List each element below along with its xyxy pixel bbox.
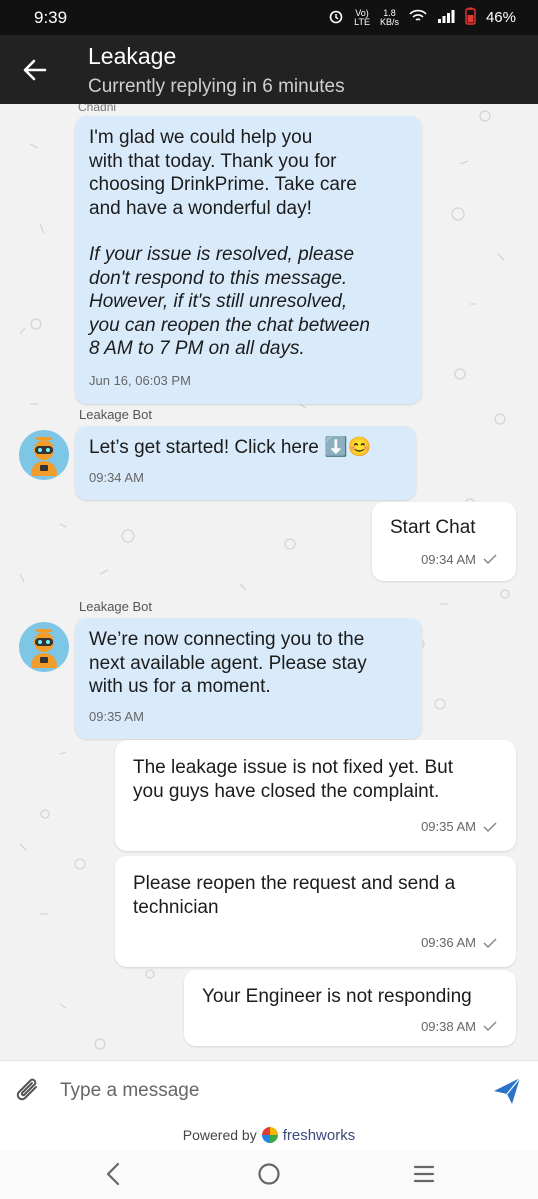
- message-text: I'm glad we could help you with that tod…: [89, 127, 357, 219]
- battery-icon: [465, 7, 476, 29]
- message-timestamp: 09:34 AM: [421, 551, 476, 567]
- alarm-icon: [328, 8, 344, 28]
- sender-name: Chadni: [78, 104, 117, 114]
- attach-button[interactable]: [14, 1075, 44, 1107]
- status-icons: Vo) LTE 1.8 KB/s 46%: [328, 7, 516, 29]
- checkmark-icon: [483, 554, 497, 565]
- reply-time-subtitle: Currently replying in 6 minutes: [88, 76, 345, 97]
- conversation-title: Leakage: [88, 43, 177, 69]
- checkmark-icon: [483, 822, 497, 832]
- app-header: Leakage Currently replying in 6 minutes: [0, 35, 538, 104]
- message-input[interactable]: [60, 1071, 480, 1111]
- message-text: Let’s get started! Click here ⬇️😊: [89, 437, 372, 458]
- message-text: We’re now connecting you to the next ava…: [89, 629, 367, 697]
- chat-message-list[interactable]: Chadni I'm glad we could help you with t…: [0, 104, 538, 1060]
- status-time: 9:39: [34, 7, 68, 27]
- signal-icon: [437, 9, 455, 27]
- wifi-icon: [409, 9, 427, 27]
- message-timestamp: 09:38 AM: [421, 1018, 476, 1034]
- message-text: Your Engineer is not responding: [202, 986, 472, 1007]
- status-bar: 9:39 Vo) LTE 1.8 KB/s 46%: [0, 0, 538, 35]
- message-timestamp: 09:35 AM: [421, 819, 476, 834]
- incoming-message[interactable]: Let’s get started! Click here ⬇️😊 09:34 …: [75, 426, 416, 500]
- menu-lines-icon: [413, 1165, 435, 1183]
- freshworks-brand[interactable]: freshworks: [283, 1127, 356, 1144]
- message-timestamp: 09:34 AM: [89, 469, 144, 485]
- send-button[interactable]: [490, 1075, 524, 1107]
- back-button[interactable]: [20, 55, 50, 85]
- freshworks-logo-icon: [261, 1127, 278, 1143]
- message-text: The leakage issue is not fixed yet. But …: [133, 757, 454, 802]
- sender-name: Leakage Bot: [79, 407, 153, 422]
- robot-icon: [31, 629, 57, 668]
- nav-recents-button[interactable]: [406, 1158, 442, 1190]
- message-italic-note: If your issue is resolved, please don't …: [89, 244, 370, 359]
- message-text: Start Chat: [390, 517, 476, 538]
- battery-percent: 46%: [485, 9, 516, 26]
- message-meta: 09:38 AM: [202, 1015, 498, 1039]
- checkmark-icon: [483, 1021, 497, 1032]
- message-meta: 09:34 AM: [390, 548, 498, 572]
- outgoing-message[interactable]: Start Chat 09:34 AM: [372, 502, 516, 581]
- nav-home-button[interactable]: [251, 1158, 287, 1190]
- nav-back-button[interactable]: [96, 1158, 132, 1190]
- message-text: Please reopen the request and send a tec…: [133, 873, 456, 918]
- outgoing-message[interactable]: The leakage issue is not fixed yet. But …: [115, 740, 516, 851]
- message-meta: 09:36 AM: [133, 931, 498, 955]
- incoming-message[interactable]: I'm glad we could help you with that tod…: [75, 116, 422, 404]
- paperclip-icon: [16, 1078, 37, 1101]
- outgoing-message[interactable]: Your Engineer is not responding 09:38 AM: [184, 970, 516, 1046]
- robot-icon: [31, 437, 57, 476]
- incoming-message[interactable]: We’re now connecting you to the next ava…: [75, 618, 422, 739]
- send-icon: [494, 1077, 521, 1104]
- message-meta: 09:35 AM: [133, 815, 498, 839]
- message-timestamp: 09:35 AM: [89, 708, 144, 724]
- message-composer: [0, 1060, 538, 1120]
- volte-indicator: Vo) LTE: [354, 7, 370, 27]
- sender-name: Leakage Bot: [79, 599, 153, 614]
- message-timestamp: Jun 16, 06:03 PM: [89, 372, 191, 388]
- bot-avatar: [19, 622, 69, 672]
- powered-by-text: Powered by: [182, 1127, 257, 1143]
- network-speed: 1.8 KB/s: [379, 7, 399, 27]
- powered-by-footer: Powered by freshworks: [0, 1120, 538, 1150]
- system-nav-bar: [0, 1150, 538, 1199]
- message-timestamp: 09:36 AM: [421, 935, 476, 950]
- arrow-left-icon: [23, 59, 47, 81]
- chevron-left-icon: [106, 1162, 120, 1186]
- checkmark-icon: [483, 938, 497, 948]
- outgoing-message[interactable]: Please reopen the request and send a tec…: [115, 856, 516, 967]
- home-circle-icon: [258, 1163, 280, 1185]
- bot-avatar: [19, 430, 69, 480]
